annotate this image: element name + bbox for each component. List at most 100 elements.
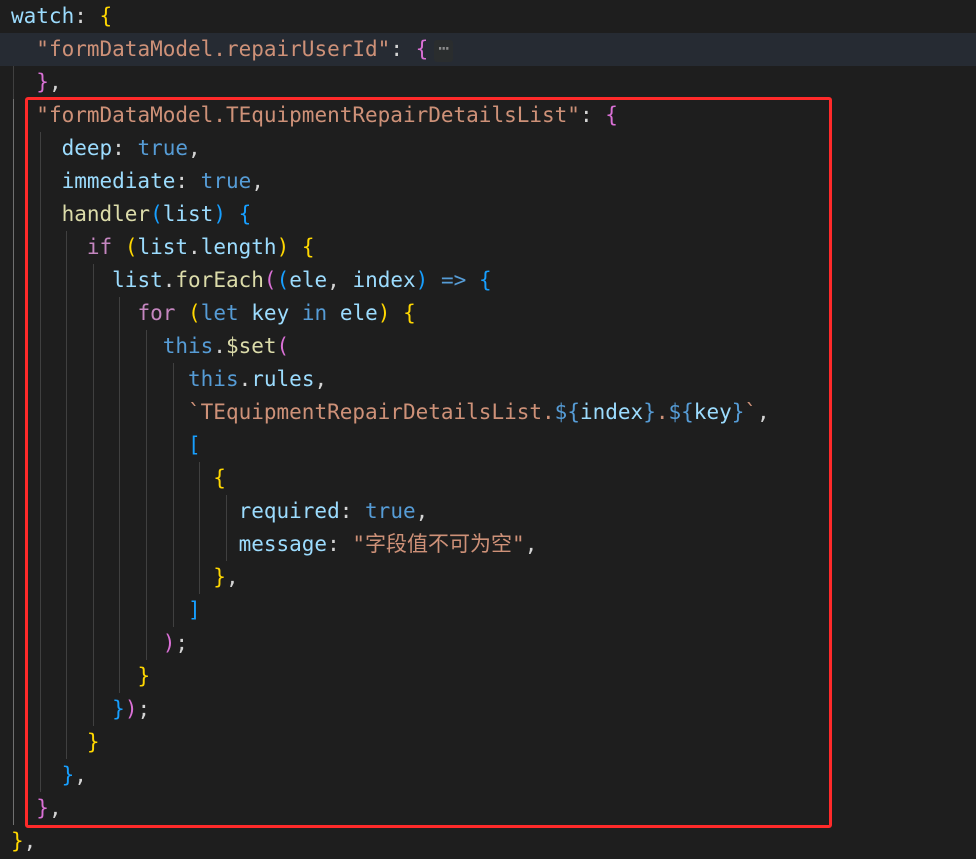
code-token: ) <box>213 202 226 226</box>
code-token: { <box>478 268 492 292</box>
code-token: message <box>238 532 328 556</box>
code-token: . <box>213 334 226 358</box>
code-token: } <box>61 763 75 787</box>
code-line: }, <box>0 561 239 594</box>
code-line: }, <box>0 66 62 99</box>
code-token: ( <box>124 235 138 259</box>
code-line: ); <box>0 627 188 660</box>
code-token: [ <box>188 433 201 457</box>
code-token: , <box>48 796 62 820</box>
code-token: list <box>162 202 214 226</box>
code-token: { <box>301 235 315 259</box>
code-token: true <box>365 499 416 523</box>
code-token: . <box>238 367 252 391</box>
code-token: ( <box>276 268 290 292</box>
code-token: this <box>162 334 214 358</box>
code-token: ( <box>276 334 290 358</box>
code-token: } <box>112 697 125 721</box>
code-token: } <box>86 730 100 754</box>
code-token: , <box>314 367 328 391</box>
code-token: let <box>200 301 239 325</box>
code-line: }, <box>0 792 62 825</box>
code-token: } <box>643 400 656 424</box>
code-token: ) <box>415 268 429 292</box>
code-token: , <box>251 169 264 193</box>
code-token: handler <box>61 202 151 226</box>
code-token: index <box>352 268 416 292</box>
code-token: , <box>225 565 239 589</box>
code-line: list.forEach((ele, index) => { <box>0 264 492 297</box>
code-token: { <box>605 103 618 127</box>
code-token: immediate <box>61 169 176 193</box>
code-token: for <box>137 301 176 325</box>
code-token: { <box>238 202 252 226</box>
code-token: ${ <box>668 400 694 424</box>
code-token: , <box>48 70 62 94</box>
code-line: }, <box>0 825 36 858</box>
code-token: ; <box>137 697 151 721</box>
code-line: this.rules, <box>0 363 327 396</box>
code-line: } <box>0 660 150 693</box>
code-token: : <box>175 169 201 193</box>
folded-region-icon[interactable]: ⋯ <box>434 40 454 62</box>
code-editor[interactable]: watch: { "formDataModel.repairUserId": {… <box>0 0 976 859</box>
code-token: ) <box>124 697 138 721</box>
code-token: : <box>74 4 100 28</box>
code-token: , <box>23 829 37 853</box>
code-token: true <box>137 136 189 160</box>
code-token: ${ <box>554 400 580 424</box>
code-token: . <box>188 235 201 259</box>
code-token: "formDataModel.repairUserId" <box>36 37 391 61</box>
code-line: }, <box>0 759 87 792</box>
code-token: ) <box>377 301 391 325</box>
code-token: ele <box>339 301 378 325</box>
code-token: => <box>440 268 467 292</box>
code-token: required <box>238 499 340 523</box>
code-token: , <box>415 499 429 523</box>
code-token: if <box>86 235 113 259</box>
code-line: }); <box>0 693 150 726</box>
code-token: key <box>693 400 732 424</box>
code-token: , <box>74 763 87 787</box>
code-token: "字段值不可为空" <box>352 532 525 556</box>
code-token: `TEquipmentRepairDetailsList. <box>188 400 555 424</box>
code-token: { <box>99 4 113 28</box>
code-line: } <box>0 726 100 759</box>
code-token: : <box>112 136 138 160</box>
code-line: { <box>0 462 226 495</box>
code-token: index <box>579 400 644 424</box>
code-token: } <box>11 829 24 853</box>
code-line: "formDataModel.repairUserId": {⋯ <box>0 33 976 66</box>
code-token: true <box>200 169 252 193</box>
code-token: , <box>188 136 201 160</box>
code-token: rules <box>251 367 315 391</box>
code-token: length <box>200 235 277 259</box>
code-token: ` <box>744 400 758 424</box>
code-token: : <box>579 103 606 127</box>
